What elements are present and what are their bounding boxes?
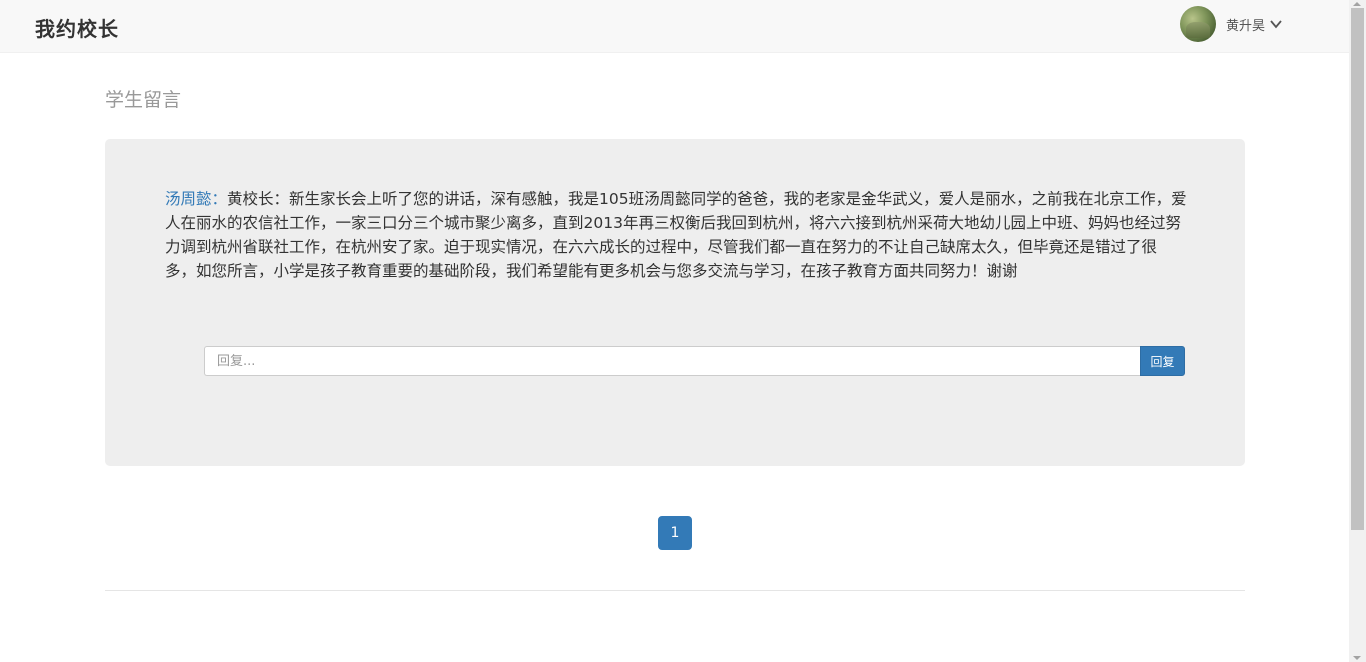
- footer-divider: [105, 590, 1245, 591]
- scrollbar-thumb[interactable]: [1351, 8, 1364, 530]
- message-panel: 汤周懿：黄校长：新生家长会上听了您的讲话，深有感触，我是105班汤周懿同学的爸爸…: [105, 139, 1245, 466]
- reply-form: 回复: [204, 346, 1185, 376]
- message-text: 黄校长：新生家长会上听了您的讲话，深有感触，我是105班汤周懿同学的爸爸，我的老…: [165, 190, 1187, 280]
- reply-button[interactable]: 回复: [1140, 346, 1185, 376]
- pagination: 1: [658, 516, 692, 550]
- reply-input[interactable]: [204, 346, 1140, 376]
- message-body: 汤周懿：黄校长：新生家长会上听了您的讲话，深有感触，我是105班汤周懿同学的爸爸…: [165, 187, 1187, 283]
- page-title: 学生留言: [105, 89, 182, 111]
- brand-logo-link[interactable]: 我约校长: [35, 13, 119, 42]
- scroll-up-arrow-icon[interactable]: [1353, 2, 1361, 6]
- vertical-scrollbar[interactable]: [1349, 0, 1366, 662]
- user-menu-toggle[interactable]: 黄升昊: [1180, 6, 1283, 42]
- user-name: 黄升昊: [1226, 18, 1266, 34]
- chevron-down-icon: [1270, 20, 1282, 29]
- page: 我约校长 黄升昊 学生留言 汤周懿：黄校长：新生家长会上听了您的讲话，深有感触，…: [0, 0, 1366, 662]
- top-navbar: 我约校长 黄升昊: [0, 0, 1349, 53]
- message-author-link[interactable]: 汤周懿：: [165, 190, 227, 208]
- pagination-page-1[interactable]: 1: [658, 516, 692, 550]
- scroll-down-arrow-icon[interactable]: [1353, 656, 1361, 660]
- user-avatar: [1180, 6, 1216, 42]
